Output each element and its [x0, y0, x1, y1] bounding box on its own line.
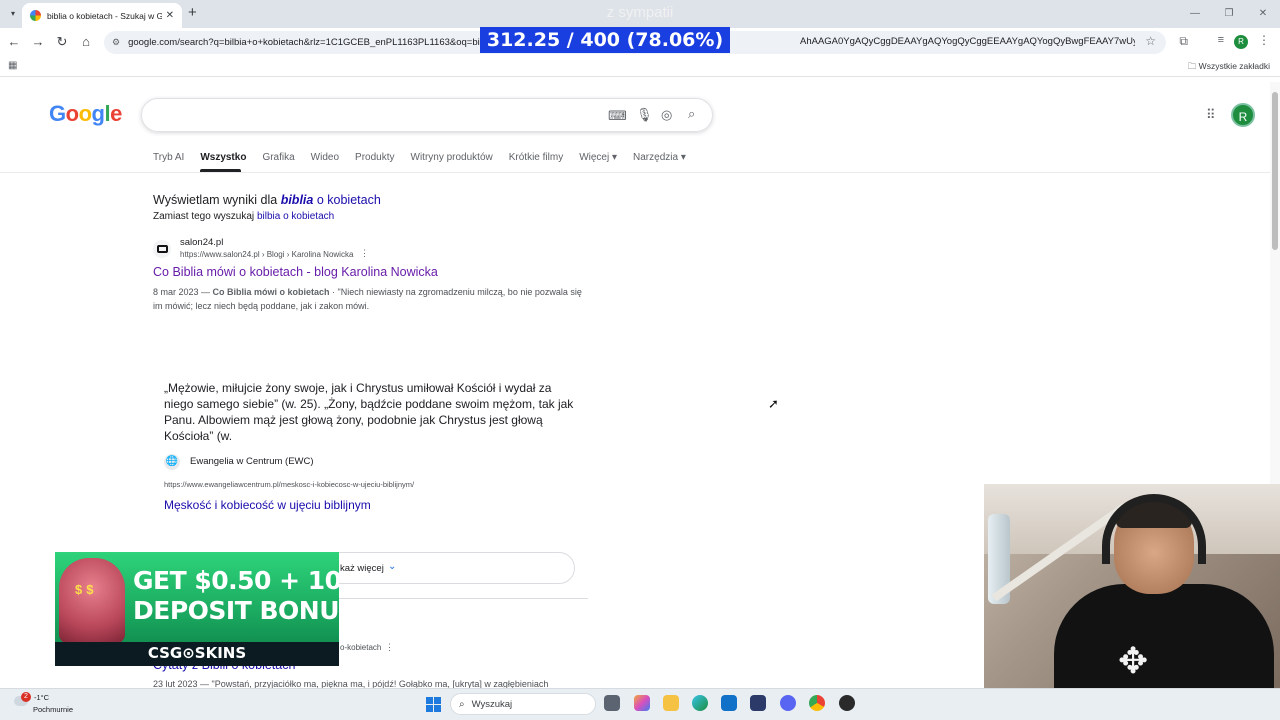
stream-overlay-title: z sympatii [606, 4, 674, 21]
close-window-icon[interactable]: ✕ [1246, 0, 1280, 28]
account-avatar[interactable]: R [1231, 103, 1255, 127]
extensions-icon[interactable]: ⧉ [1179, 34, 1188, 49]
store-icon[interactable] [750, 695, 766, 711]
result-snippet: 8 mar 2023 — Co Biblia mówi o kobietach … [153, 287, 582, 311]
search-input[interactable] [141, 98, 713, 132]
tab-more[interactable]: Więcej ▾ [579, 152, 617, 172]
start-button-icon[interactable] [426, 697, 441, 712]
featured-snippet-text: „Mężowie, miłujcie żony swoje, jak i Chr… [164, 381, 574, 443]
tabs-divider [0, 172, 1270, 173]
search-instead: Zamiast tego wyszukaj bilbia o kobietach [153, 211, 335, 222]
ad-headline-2: DEPOSIT BONU [133, 596, 339, 625]
chrome-menu-icon[interactable]: ⋮ [1258, 33, 1270, 47]
search-icon: ⌕ [459, 698, 465, 710]
stream-goal-counter: 312.25 / 400 (78.06%) [480, 27, 730, 53]
corrected-query-rest[interactable]: o kobietach [313, 193, 381, 207]
weather-description[interactable]: Pochmurnie [33, 705, 73, 714]
notification-badge: 2 [21, 692, 31, 702]
tab-ai-mode[interactable]: Tryb AI [153, 152, 184, 172]
globe-icon: 🌐 [164, 454, 180, 470]
minimize-icon[interactable]: — [1178, 0, 1212, 28]
corrected-query-word[interactable]: biblia [281, 193, 314, 207]
result-title-link[interactable]: Co Biblia mówi o kobietach - blog Karoli… [153, 265, 438, 279]
webcam-overlay: ✥ [984, 484, 1280, 688]
search-icon[interactable]: ⌕ [688, 106, 695, 122]
outlook-icon[interactable] [721, 695, 737, 711]
result2-options-icon[interactable]: ⋮ [385, 642, 394, 653]
spelling-correction: Wyświetlam wyniki dla biblia o kobietach [153, 193, 381, 207]
edge-icon[interactable] [692, 695, 708, 711]
browser-tab-active[interactable]: biblia o kobietach - Szukaj w Go ✕ [22, 3, 182, 28]
address-url-tail: AhAAGA0YgAQyCggDEAAYgAQYogQyCggEEAAYgAQY… [800, 36, 1135, 47]
browser-tab-strip: ▾ biblia o kobietach - Szukaj w Go ✕ + z… [0, 0, 1280, 28]
apps-grid-icon[interactable]: ▦ [8, 60, 17, 71]
bookmarks-bar: ▦ 🗀 Wszystkie zakładki [0, 57, 1280, 77]
chevron-down-icon: ⌄ [388, 561, 397, 572]
all-bookmarks-button[interactable]: 🗀 Wszystkie zakładki [1188, 61, 1270, 75]
folder-icon: 🗀 [1187, 61, 1197, 71]
original-query-link[interactable]: bilbia o kobietach [257, 211, 334, 222]
result2-breadcrumb[interactable]: o-kobietach [340, 643, 381, 652]
tab-videos[interactable]: Wideo [311, 152, 339, 172]
featured-source-url[interactable]: https://www.ewangeliawcentrum.pl/meskosc… [164, 480, 414, 489]
home-icon[interactable]: ⌂ [78, 34, 94, 49]
taskbar-search-input[interactable]: ⌕ Wyszukaj [450, 693, 596, 715]
weather-temperature[interactable]: -1°C [34, 693, 49, 702]
salon24-favicon-icon [153, 240, 171, 258]
featured-source-name[interactable]: Ewangelia w Centrum (EWC) [190, 456, 314, 467]
tab-tools[interactable]: Narzędzia ▾ [633, 152, 686, 172]
forward-arrow-icon[interactable]: → [30, 34, 46, 49]
bookmark-star-icon[interactable]: ☆ [1145, 34, 1156, 48]
keyboard-icon[interactable]: ⌨ [608, 108, 627, 124]
scrollbar-thumb[interactable] [1272, 92, 1278, 250]
streamer-body [1054, 584, 1274, 688]
file-explorer-icon[interactable] [663, 695, 679, 711]
tab-title: biblia o kobietach - Szukaj w Go [47, 10, 162, 21]
copilot-icon[interactable] [634, 695, 650, 711]
tab-product-sites[interactable]: Witryny produktów [411, 152, 493, 172]
media-control-icon[interactable]: ≡ [1218, 34, 1224, 46]
tab-close-icon[interactable]: ✕ [166, 10, 174, 21]
tab-short-videos[interactable]: Krótkie filmy [509, 152, 563, 172]
ad-headline-1: GET $0.50 + 10 [133, 566, 339, 595]
task-view-icon[interactable] [604, 695, 620, 711]
result-breadcrumb[interactable]: https://www.salon24.pl › Blogi › Karolin… [180, 250, 353, 259]
site-info-icon[interactable]: ⚙ [112, 37, 120, 48]
google-lens-icon[interactable]: ◎ [661, 107, 672, 123]
obs-icon[interactable] [839, 695, 855, 711]
google-apps-icon[interactable]: ⠿ [1206, 107, 1216, 123]
back-arrow-icon[interactable]: ← [6, 34, 22, 49]
google-favicon-icon [30, 10, 41, 21]
ad-mascot-image [59, 558, 125, 644]
window-controls: — ❐ ✕ [1178, 0, 1280, 28]
tab-search-icon[interactable]: ▾ [6, 6, 20, 20]
chrome-icon[interactable] [809, 695, 825, 711]
mouse-cursor-icon: ➚ [768, 396, 779, 411]
shirt-logo-icon: ✥ [1118, 640, 1149, 681]
google-logo[interactable]: Google [49, 101, 122, 127]
restore-icon[interactable]: ❐ [1212, 0, 1246, 28]
tab-products[interactable]: Produkty [355, 152, 394, 172]
chrome-profile-avatar[interactable]: R [1234, 35, 1248, 49]
discord-icon[interactable] [780, 695, 796, 711]
ad-brand-logo: CSG⊙SKINS [147, 644, 247, 662]
ad-mascot-eyes: $$ [75, 582, 98, 597]
featured-title-link[interactable]: Męskość i kobiecość w ujęciu biblijnym [164, 498, 371, 512]
new-tab-button[interactable]: + [188, 4, 197, 21]
result-options-icon[interactable]: ⋮ [360, 248, 369, 259]
microphone-icon[interactable]: 🎙 [636, 107, 653, 123]
show-more-label: każ więcej [340, 563, 384, 574]
sponsor-ad-overlay: $$ GET $0.50 + 10 DEPOSIT BONU CSG⊙SKINS [55, 552, 339, 666]
tab-images[interactable]: Grafika [262, 152, 294, 172]
result-site-name[interactable]: salon24.pl [180, 237, 223, 248]
reload-icon[interactable]: ↻ [54, 34, 70, 50]
